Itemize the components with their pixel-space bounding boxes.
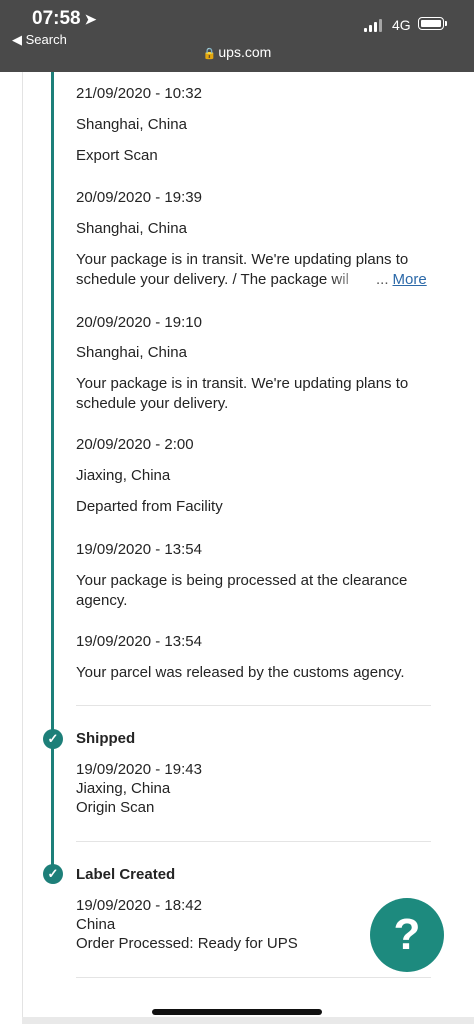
event-description: Your package is in transit. We're updati… <box>76 375 409 412</box>
location-arrow-icon: ➤ <box>84 11 97 27</box>
home-indicator[interactable] <box>152 1009 322 1015</box>
event-description: Your parcel was released by the customs … <box>76 664 405 681</box>
event-location: Shanghai, China <box>76 116 187 133</box>
event-datetime: 20/09/2020 - 2:00 <box>76 436 194 453</box>
section-divider <box>76 977 431 978</box>
status-time: 07:58 ➤ <box>32 8 96 30</box>
more-ellipsis: ... <box>376 271 389 288</box>
event-datetime: 19/09/2020 - 13:54 <box>76 541 202 558</box>
event-location: Jiaxing, China <box>76 467 171 484</box>
page-bottom-edge <box>22 1017 474 1024</box>
milestone-location: China <box>76 916 116 933</box>
section-divider <box>76 841 431 842</box>
text-fade <box>330 268 374 290</box>
browser-status-bar: 07:58 ➤ ◀ Search 4G 🔒 ups.com <box>0 0 474 72</box>
milestone-description: Origin Scan <box>76 799 155 816</box>
milestone-datetime: 19/09/2020 - 18:42 <box>76 897 202 914</box>
event-description: Departed from Facility <box>76 498 223 515</box>
event-datetime: 21/09/2020 - 10:32 <box>76 85 202 102</box>
milestone-description: Order Processed: Ready for UPS <box>76 935 298 952</box>
network-type: 4G <box>392 17 411 33</box>
event-location: Shanghai, China <box>76 220 187 237</box>
help-button[interactable]: ? <box>370 898 444 972</box>
more-link[interactable]: More <box>393 271 427 288</box>
address-bar[interactable]: 🔒 ups.com <box>0 44 474 60</box>
event-location: Shanghai, China <box>76 344 187 361</box>
milestone-datetime: 19/09/2020 - 19:43 <box>76 761 202 778</box>
url-text: ups.com <box>218 44 272 60</box>
event-datetime: 20/09/2020 - 19:10 <box>76 314 202 331</box>
event-description: Export Scan <box>76 147 158 164</box>
more-toggle[interactable]: ... More <box>376 271 427 288</box>
milestone-title: Label Created <box>76 866 176 883</box>
event-datetime: 20/09/2020 - 19:39 <box>76 189 202 206</box>
question-mark-icon: ? <box>393 910 421 959</box>
milestone-location: Jiaxing, China <box>76 780 171 797</box>
section-divider <box>76 705 431 706</box>
battery-icon <box>418 17 447 30</box>
timeline-rail <box>51 72 54 874</box>
cellular-signal-icon <box>364 18 384 32</box>
event-datetime: 19/09/2020 - 13:54 <box>76 633 202 650</box>
event-description: Your package is being processed at the c… <box>76 572 408 609</box>
lock-icon: 🔒 <box>202 48 217 60</box>
checkmark-icon: ✓ <box>43 729 63 749</box>
status-time-text: 07:58 <box>32 8 81 29</box>
checkmark-icon: ✓ <box>43 864 63 884</box>
milestone-title: Shipped <box>76 730 136 747</box>
